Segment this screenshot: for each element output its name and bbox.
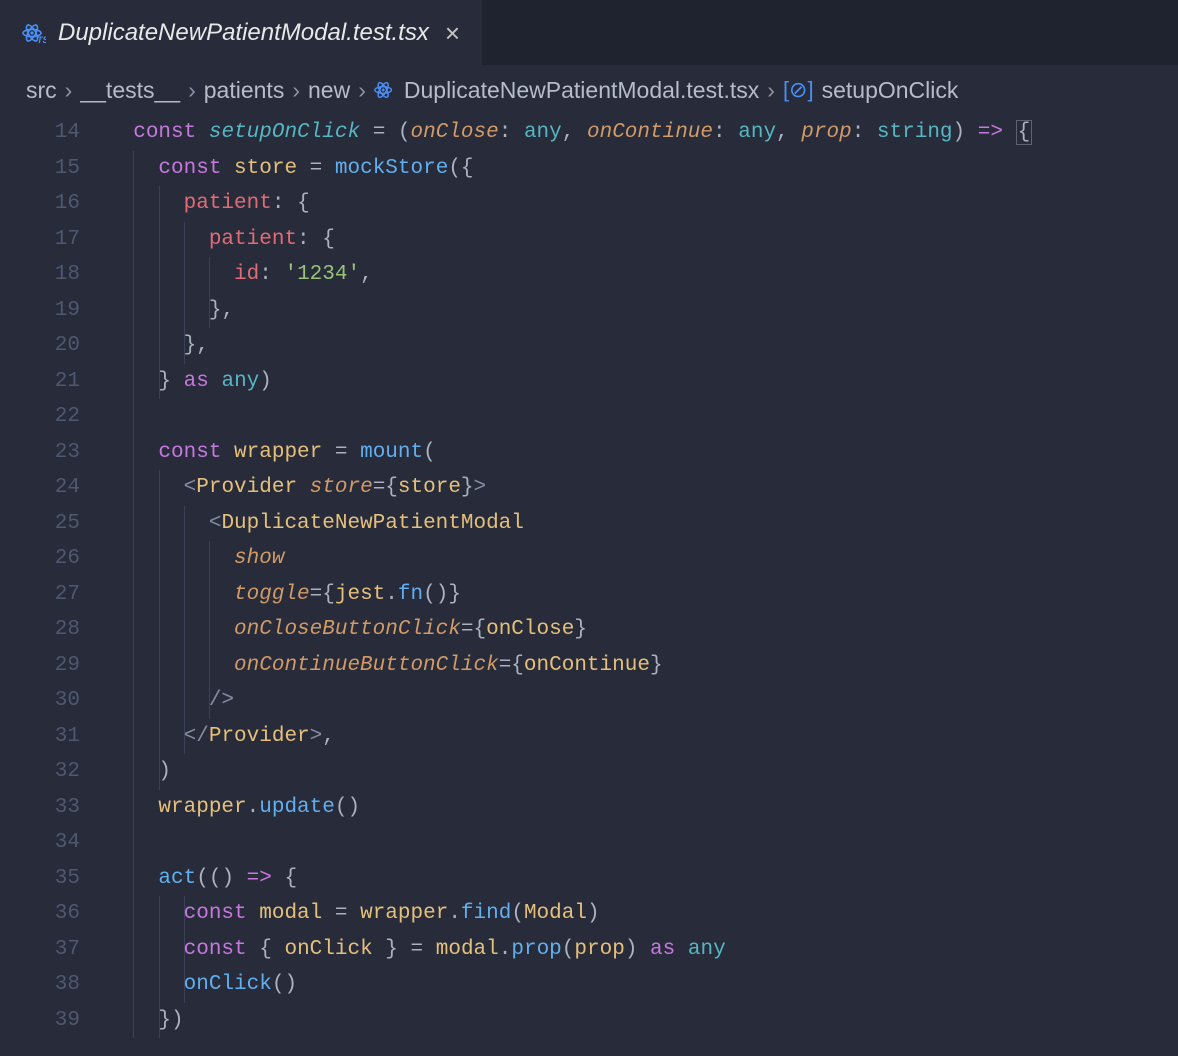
code-content[interactable]: const setupOnClick = (onClose: any, onCo… <box>108 115 1032 1038</box>
code-line[interactable]: onCloseButtonClick={onClose} <box>108 612 1032 648</box>
code-line[interactable]: const { onClick } = modal.prop(prop) as … <box>108 932 1032 968</box>
line-number: 26 <box>0 541 80 577</box>
svg-text:TS: TS <box>37 35 46 45</box>
tab-bar: TS DuplicateNewPatientModal.test.tsx × <box>0 0 1178 65</box>
line-number: 25 <box>0 506 80 542</box>
line-number: 36 <box>0 896 80 932</box>
code-line[interactable]: onClick() <box>108 967 1032 1003</box>
line-number: 18 <box>0 257 80 293</box>
code-line[interactable]: show <box>108 541 1032 577</box>
code-line[interactable]: }, <box>108 328 1032 364</box>
code-editor[interactable]: 1415161718192021222324252627282930313233… <box>0 115 1178 1038</box>
line-number: 37 <box>0 932 80 968</box>
line-number: 24 <box>0 470 80 506</box>
code-line[interactable]: wrapper.update() <box>108 790 1032 826</box>
line-number: 21 <box>0 364 80 400</box>
indent-guide <box>159 186 160 399</box>
line-number: 20 <box>0 328 80 364</box>
line-number: 30 <box>0 683 80 719</box>
code-line[interactable]: }, <box>108 293 1032 329</box>
line-number: 34 <box>0 825 80 861</box>
code-line[interactable]: <Provider store={store}> <box>108 470 1032 506</box>
breadcrumb-item[interactable]: __tests__ <box>80 77 180 104</box>
chevron-right-icon: › <box>292 77 300 104</box>
line-number: 33 <box>0 790 80 826</box>
line-number: 31 <box>0 719 80 755</box>
react-ts-file-icon: TS <box>22 21 46 45</box>
editor-tab[interactable]: TS DuplicateNewPatientModal.test.tsx × <box>0 0 482 65</box>
line-number: 23 <box>0 435 80 471</box>
line-number: 39 <box>0 1003 80 1039</box>
code-line[interactable]: const wrapper = mount( <box>108 435 1032 471</box>
indent-guide <box>159 470 160 790</box>
line-number: 27 <box>0 577 80 613</box>
indent-guide <box>184 896 185 1003</box>
code-line[interactable]: }) <box>108 1003 1032 1039</box>
indent-guide <box>184 506 185 755</box>
chevron-right-icon: › <box>188 77 196 104</box>
line-number: 15 <box>0 151 80 187</box>
line-number: 16 <box>0 186 80 222</box>
breadcrumb-item[interactable]: src <box>26 77 57 104</box>
breadcrumb-item[interactable]: setupOnClick <box>822 77 959 104</box>
code-line[interactable]: </Provider>, <box>108 719 1032 755</box>
close-icon[interactable]: × <box>441 18 464 49</box>
line-number: 22 <box>0 399 80 435</box>
chevron-right-icon: › <box>358 77 366 104</box>
breadcrumb-item[interactable]: new <box>308 77 350 104</box>
indent-guide <box>184 222 185 364</box>
line-number: 17 <box>0 222 80 258</box>
breadcrumb[interactable]: src › __tests__ › patients › new › Dupli… <box>0 65 1178 115</box>
code-line[interactable] <box>108 825 1032 861</box>
code-line[interactable]: const modal = wrapper.find(Modal) <box>108 896 1032 932</box>
line-number: 35 <box>0 861 80 897</box>
indent-guide <box>159 896 160 1038</box>
code-line[interactable]: const store = mockStore({ <box>108 151 1032 187</box>
line-number: 14 <box>0 115 80 151</box>
indent-guide <box>209 541 210 719</box>
code-line[interactable]: patient: { <box>108 186 1032 222</box>
line-number: 38 <box>0 967 80 1003</box>
code-line[interactable]: id: '1234', <box>108 257 1032 293</box>
tab-filename: DuplicateNewPatientModal.test.tsx <box>58 19 429 47</box>
indent-guide <box>209 257 210 328</box>
code-line[interactable]: } as any) <box>108 364 1032 400</box>
code-line[interactable]: /> <box>108 683 1032 719</box>
line-number: 32 <box>0 754 80 790</box>
line-number-gutter: 1415161718192021222324252627282930313233… <box>0 115 108 1038</box>
code-line[interactable]: const setupOnClick = (onClose: any, onCo… <box>108 115 1032 151</box>
symbol-variable-icon: [⊘] <box>783 77 814 103</box>
code-line[interactable]: toggle={jest.fn()} <box>108 577 1032 613</box>
code-line[interactable]: ) <box>108 754 1032 790</box>
chevron-right-icon: › <box>65 77 73 104</box>
code-line[interactable]: <DuplicateNewPatientModal <box>108 506 1032 542</box>
code-line[interactable]: onContinueButtonClick={onContinue} <box>108 648 1032 684</box>
code-line[interactable] <box>108 399 1032 435</box>
chevron-right-icon: › <box>767 77 775 104</box>
code-line[interactable]: patient: { <box>108 222 1032 258</box>
indent-guide <box>133 151 134 1039</box>
breadcrumb-item[interactable]: DuplicateNewPatientModal.test.tsx <box>404 77 759 104</box>
react-ts-file-icon <box>374 79 396 101</box>
line-number: 19 <box>0 293 80 329</box>
line-number: 29 <box>0 648 80 684</box>
line-number: 28 <box>0 612 80 648</box>
breadcrumb-item[interactable]: patients <box>204 77 285 104</box>
code-line[interactable]: act(() => { <box>108 861 1032 897</box>
